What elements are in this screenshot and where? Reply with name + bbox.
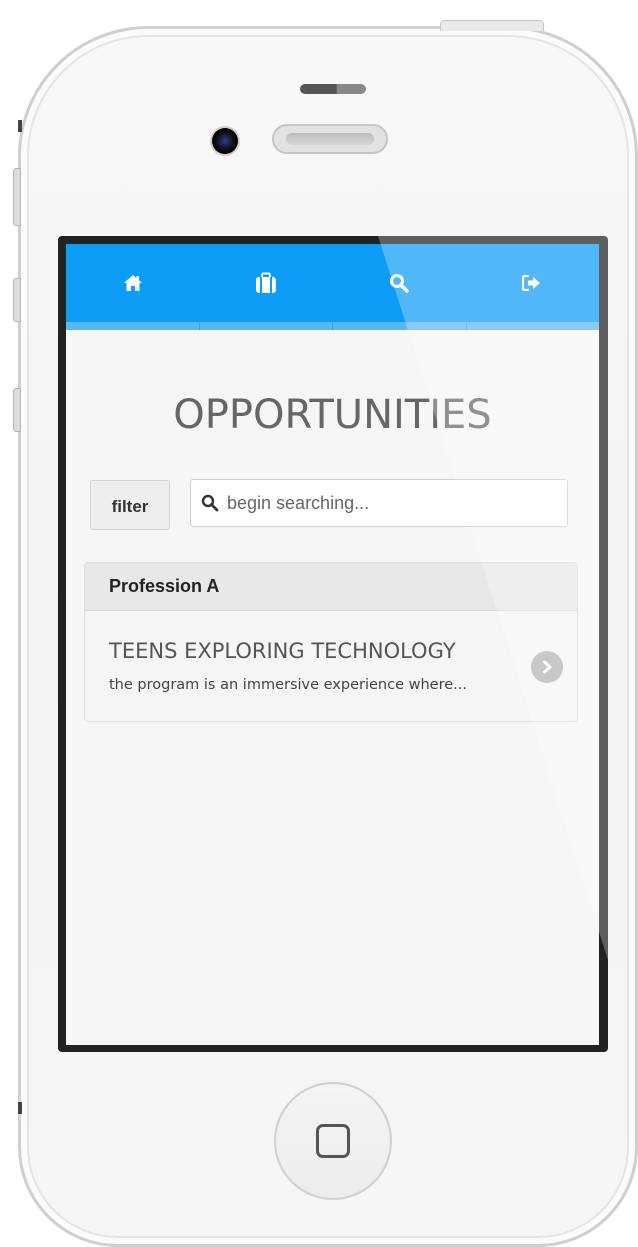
proximity-sensor xyxy=(300,84,366,94)
volume-down-button xyxy=(13,388,21,432)
nav-active-underline xyxy=(66,322,599,330)
nav-search[interactable] xyxy=(333,244,466,322)
volume-up-button xyxy=(13,278,21,322)
app-viewport: OPPORTUNITIES filter Profession A TEENS … xyxy=(66,244,599,1045)
briefcase-icon xyxy=(255,272,276,293)
power-button xyxy=(440,20,544,31)
chevron-right-icon[interactable] xyxy=(531,651,563,683)
page-title: OPPORTUNITIES xyxy=(173,392,492,438)
earpiece-speaker xyxy=(272,124,388,154)
group-heading: Profession A xyxy=(85,563,577,611)
search-icon xyxy=(390,274,409,293)
front-camera xyxy=(212,128,238,154)
search-icon xyxy=(201,494,219,512)
sign-out-icon xyxy=(522,275,541,291)
home-icon xyxy=(123,275,142,291)
item-title: TEENS EXPLORING TECHNOLOGY xyxy=(109,639,456,663)
list-item[interactable]: TEENS EXPLORING TECHNOLOGY the program i… xyxy=(85,611,577,721)
nav-sign-out[interactable] xyxy=(466,244,599,322)
home-button[interactable] xyxy=(274,1082,392,1200)
home-square-icon xyxy=(316,1124,350,1158)
item-description: the program is an immersive experience w… xyxy=(109,677,467,693)
nav-opportunities[interactable] xyxy=(199,244,332,322)
search-input[interactable] xyxy=(227,492,547,514)
mute-switch xyxy=(13,168,21,226)
screen: OPPORTUNITIES filter Profession A TEENS … xyxy=(58,236,608,1052)
nav-home[interactable] xyxy=(66,244,199,322)
search-field[interactable] xyxy=(190,479,568,527)
top-nav-bar xyxy=(66,244,599,322)
antenna-band-bottom xyxy=(18,1102,22,1114)
antenna-band-top xyxy=(18,120,22,132)
filter-button[interactable]: filter xyxy=(90,480,170,530)
results-group: Profession A TEENS EXPLORING TECHNOLOGY … xyxy=(84,562,578,722)
